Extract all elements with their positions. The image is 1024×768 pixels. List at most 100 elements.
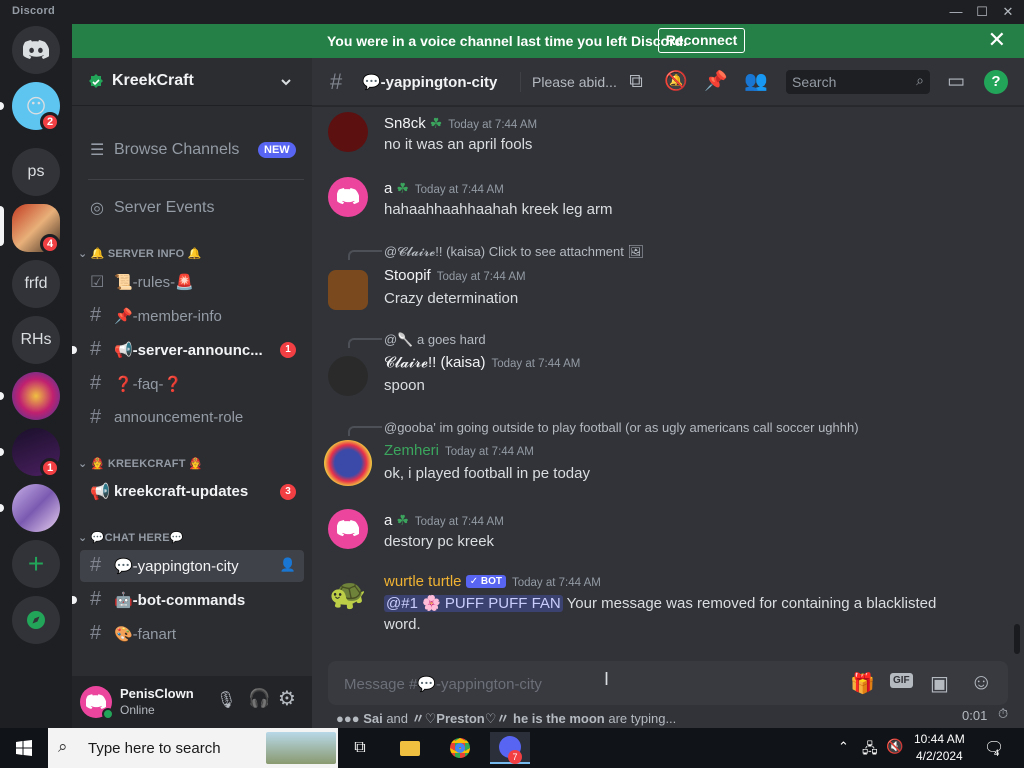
notification-count: 4 [994, 748, 1000, 758]
chevron-up-icon[interactable]: ⌃ [838, 739, 849, 755]
chat-area: # 💬-yappington-city Please abid... ⧉ 🔕 📌… [312, 58, 1024, 728]
avatar[interactable] [328, 356, 368, 396]
divider [88, 179, 304, 180]
clover-icon: ☘ [396, 512, 409, 528]
volume-muted-icon[interactable]: 🔇 [886, 738, 903, 755]
category-chat-here[interactable]: ⌄ 💬CHAT HERE💬 [78, 531, 184, 544]
chrome-icon[interactable] [440, 732, 480, 764]
server-ps[interactable]: ps [12, 148, 60, 196]
add-member-icon[interactable]: 👤 [280, 557, 296, 573]
file-explorer-icon[interactable] [390, 732, 430, 764]
channel-topic[interactable]: Please abid... [532, 74, 617, 90]
channel-fanart[interactable]: # 🎨-fanart [80, 618, 304, 650]
category-server-info[interactable]: ⌄ 🔔 SERVER INFO 🔔 [78, 247, 202, 260]
microphone-icon[interactable]: 🎙 [216, 690, 236, 710]
gear-icon[interactable]: ⚙ [278, 686, 296, 711]
clock-date[interactable]: 4/2/2024 [916, 749, 963, 763]
server-image-1[interactable] [12, 372, 60, 420]
message-content: @#1 🌸 PUFF PUFF FAN Your message was rem… [384, 594, 936, 612]
message-composer[interactable]: Message #💬-yappington-city I 🎁 GIF ▣ ☺ [328, 661, 1008, 705]
network-icon[interactable]: 🖧 [862, 738, 878, 762]
mention[interactable]: @#1 🌸 PUFF PUFF FAN [384, 595, 563, 612]
server-frfd[interactable]: frfd [12, 260, 60, 308]
windows-start-icon[interactable] [16, 740, 32, 756]
mute-notifications-icon[interactable]: 🔕 [664, 70, 688, 94]
channel-faq[interactable]: # ❓-faq-❓ [80, 368, 304, 400]
channel-label: 🎨-fanart [114, 626, 177, 643]
compass-icon [27, 611, 45, 629]
gift-icon[interactable]: 🎁 [850, 671, 875, 696]
taskbar-search-input[interactable]: ⌕ Type here to search [48, 728, 338, 768]
message-author[interactable]: wurtle turtle ✓ BOT Today at 7:44 AM [384, 573, 601, 590]
message-author[interactable]: Sn8ck ☘ Today at 7:44 AM [384, 115, 537, 132]
stopwatch-icon: ⏱ [998, 706, 1009, 721]
channel-bot-commands[interactable]: # 🤖-bot-commands [72, 584, 304, 616]
avatar[interactable] [328, 177, 368, 217]
message-content: destory pc kreek [384, 533, 495, 550]
unread-indicator [72, 596, 77, 604]
hippo-image [266, 732, 336, 764]
typing-suffix: are typing... [608, 711, 677, 726]
members-icon[interactable]: 👥 [744, 70, 768, 94]
server-rhs[interactable]: RHs [12, 316, 60, 364]
message-author[interactable]: a ☘ Today at 7:44 AM [384, 180, 504, 197]
channel-yappington-city[interactable]: # 💬-yappington-city 👤 [80, 550, 304, 582]
avatar[interactable] [328, 112, 368, 152]
channel-label: ❓-faq-❓ [114, 376, 183, 393]
server-header[interactable]: KreekCraft [72, 58, 312, 106]
message-text: Your message was removed for containing … [566, 595, 937, 612]
discord-taskbar-badge: 7 [508, 750, 522, 764]
hash-icon: # [90, 554, 102, 576]
channel-announcement-role[interactable]: # announcement-role [80, 402, 304, 434]
home-button[interactable] [12, 26, 60, 74]
headphones-icon[interactable]: 🎧 [248, 688, 270, 709]
message-author[interactable]: Stoopif Today at 7:44 AM [384, 267, 526, 284]
reply-preview[interactable]: @🥄 a goes hard [384, 332, 486, 348]
message-input[interactable]: Message #💬-yappington-city [344, 675, 542, 693]
chevron-down-icon: ⌄ [78, 248, 91, 260]
inbox-icon[interactable]: ▭ [944, 70, 968, 94]
emoji-icon[interactable]: ☺ [970, 669, 992, 695]
taskbar-search-placeholder: Type here to search [88, 740, 221, 757]
timestamp: Today at 7:44 AM [491, 358, 581, 370]
avatar[interactable] [80, 686, 114, 720]
gif-icon[interactable]: GIF [890, 673, 913, 688]
message-author[interactable]: Zemheri Today at 7:44 AM [384, 442, 534, 459]
category-kreekcraft[interactable]: ⌄ 🧑‍🚒 KREEKCRAFT 🧑‍🚒 [78, 457, 203, 470]
message-author[interactable]: a ☘ Today at 7:44 AM [384, 512, 504, 529]
channel-member-info[interactable]: # 📌-member-info [80, 300, 304, 332]
server-image-3[interactable] [12, 484, 60, 532]
clover-icon: ☘ [429, 115, 443, 131]
typing-and: and [386, 711, 409, 726]
message-author[interactable]: 𝓒𝓵𝓪𝓲𝓻𝓮!! (kaisa) Today at 7:44 AM [384, 354, 580, 371]
reply-preview[interactable]: @𝓒𝓵𝓪𝓲𝓻𝓮!! (kaisa) Click to see attachmen… [384, 244, 644, 260]
server-image-2-badge: 1 [40, 458, 60, 478]
clock-time[interactable]: 10:44 AM [914, 732, 965, 746]
unread-pill [0, 102, 4, 110]
typing-user: Sai [363, 711, 383, 726]
add-server-button[interactable]: + [12, 540, 60, 588]
avatar[interactable] [328, 509, 368, 549]
search-input[interactable]: Search ⌕ [786, 70, 930, 94]
banner-close-icon[interactable]: ✕ [988, 29, 1006, 51]
browse-channels[interactable]: ☰ Browse Channels NEW [80, 133, 304, 167]
avatar[interactable]: 🐢 [328, 575, 368, 615]
channel-rules[interactable]: ☑ 📜-rules-🚨 [80, 266, 304, 298]
channel-server-announcements[interactable]: # 📢-server-announc... 1 [72, 334, 304, 366]
scrollbar-thumb[interactable] [1014, 624, 1020, 654]
channel-kreekcraft-updates[interactable]: 📢 kreekcraft-updates 3 [80, 476, 304, 508]
author-name: a [384, 512, 393, 529]
close-window-button[interactable]: ✕ [992, 0, 1024, 24]
server-events[interactable]: ◎ Server Events [80, 191, 304, 225]
search-placeholder: Search [792, 74, 837, 90]
task-view-icon[interactable]: ⧉ [340, 732, 380, 764]
pin-icon[interactable]: 📌 [704, 70, 728, 94]
reconnect-button[interactable]: Reconnect [658, 28, 745, 53]
help-icon[interactable]: ? [984, 70, 1008, 94]
reply-preview[interactable]: @gooba' im going outside to play footbal… [384, 420, 859, 435]
discover-button[interactable] [12, 596, 60, 644]
threads-icon[interactable]: ⧉ [624, 70, 648, 94]
avatar[interactable] [328, 270, 368, 310]
sticker-icon[interactable]: ▣ [930, 671, 949, 696]
avatar[interactable] [324, 440, 372, 486]
